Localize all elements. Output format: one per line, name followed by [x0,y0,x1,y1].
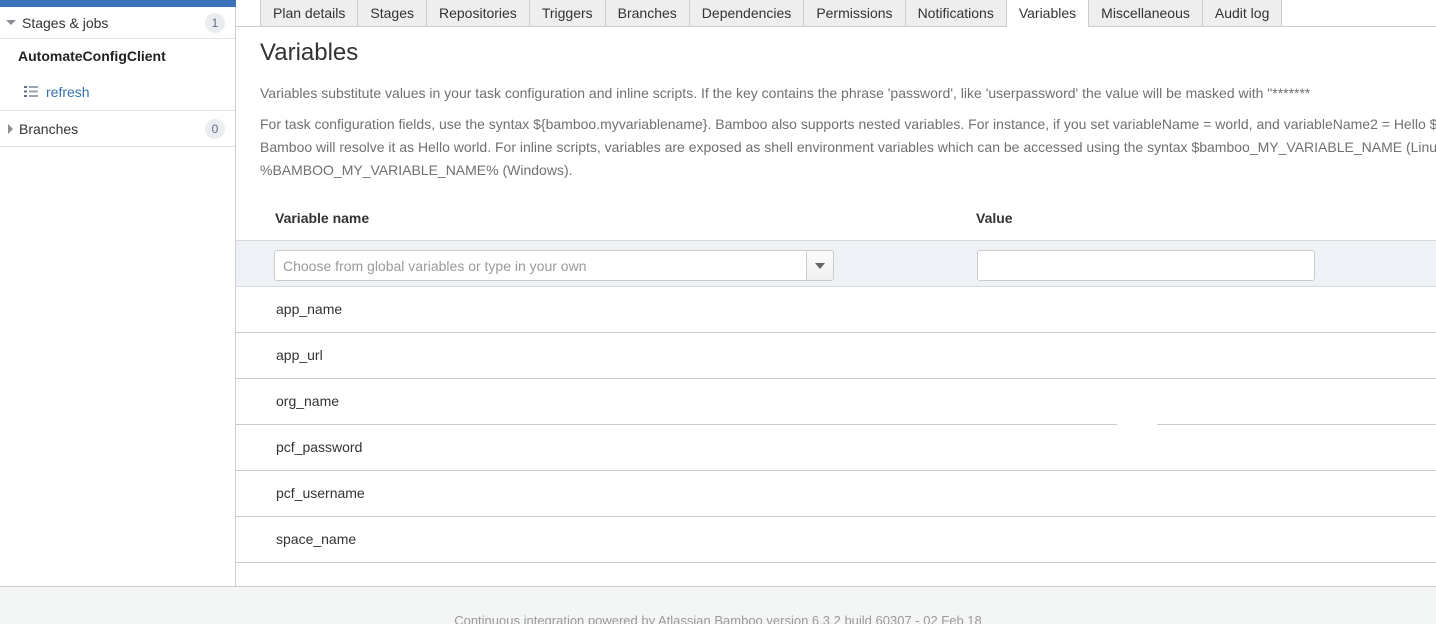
tab-plan-details[interactable]: Plan details [260,0,358,26]
column-header-variable-name: Variable name [275,210,369,226]
table-row[interactable]: pcf_password [236,425,1436,471]
column-header-value: Value [976,210,1013,226]
bamboo-plan-configuration-page: Stages & jobs 1 AutomateConfigClient ref… [0,0,1436,624]
sidebar-item-branches[interactable]: Branches 0 [0,111,235,147]
variables-table-body: app_name app_url org_name pcf_password pcf_u… [236,287,1436,563]
table-row[interactable]: space_name [236,517,1436,563]
variable-name-cell: org_name [276,393,339,409]
chevron-right-icon[interactable] [8,124,13,134]
branches-count-badge: 0 [205,119,225,139]
chevron-down-icon [815,263,825,269]
sidebar-accent-bar [0,0,236,7]
table-row[interactable]: app_name [236,287,1436,333]
stages-jobs-count-badge: 1 [205,13,225,33]
variables-description-paragraph-1: Variables substitute values in your task… [260,82,1310,105]
variables-description-paragraph-2: For task configuration fields, use the s… [260,113,1436,182]
sidebar: Stages & jobs 1 AutomateConfigClient ref… [0,0,236,586]
variable-name-select[interactable] [274,250,834,281]
chevron-down-icon[interactable] [6,20,16,25]
variable-name-cell: app_name [276,301,342,317]
sidebar-item-label: Stages & jobs [22,15,205,31]
tab-permissions[interactable]: Permissions [803,0,905,26]
variable-name-cell: pcf_password [276,439,362,455]
tab-variables[interactable]: Variables [1006,0,1089,26]
variable-name-cell: pcf_username [276,485,365,501]
variable-value-input[interactable] [977,250,1315,281]
list-icon [24,86,38,97]
sidebar-item-refresh-job[interactable]: refresh [0,73,235,111]
tab-branches[interactable]: Branches [605,0,690,26]
refresh-job-link[interactable]: refresh [46,84,90,100]
new-variable-row [236,240,1436,287]
table-row[interactable]: pcf_username [236,471,1436,517]
tab-repositories[interactable]: Repositories [426,0,530,26]
plan-configuration-tabs: Plan detailsStagesRepositoriesTriggersBr… [236,0,1436,27]
variable-name-cell: space_name [276,531,356,547]
footer: Continuous integration powered by Atlass… [0,586,1436,624]
tab-audit-log[interactable]: Audit log [1202,0,1282,26]
page-title: Variables [260,39,358,67]
sidebar-item-stages-and-jobs[interactable]: Stages & jobs 1 [0,7,235,39]
footer-text: Continuous integration powered by Atlass… [0,613,1436,624]
tab-stages[interactable]: Stages [357,0,427,26]
table-row[interactable]: org_name [236,379,1436,425]
variable-name-input[interactable] [274,250,806,281]
tab-triggers[interactable]: Triggers [529,0,606,26]
table-row[interactable]: app_url [236,333,1436,379]
tab-miscellaneous[interactable]: Miscellaneous [1088,0,1203,26]
dropdown-toggle-button[interactable] [806,250,834,281]
tab-notifications[interactable]: Notifications [905,0,1007,26]
variable-name-cell: app_url [276,347,323,363]
variables-table-header: Variable name Value [260,210,1436,242]
plan-name-label: AutomateConfigClient [18,48,225,64]
tab-dependencies[interactable]: Dependencies [689,0,805,26]
sidebar-item-label: Branches [19,121,205,137]
sidebar-item-plan-name[interactable]: AutomateConfigClient [0,39,235,73]
